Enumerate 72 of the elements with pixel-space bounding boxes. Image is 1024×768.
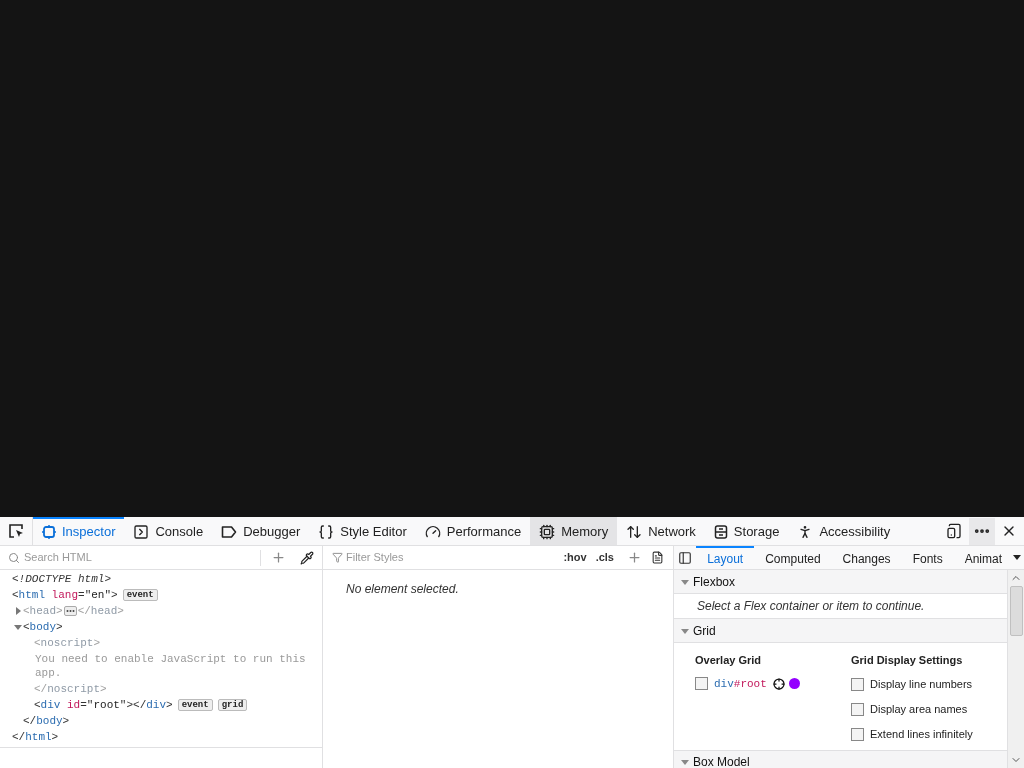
section-title[interactable]: Box Model: [693, 753, 750, 768]
toolbox-tab[interactable]: Console: [124, 517, 213, 545]
print-preview-icon[interactable]: [651, 551, 664, 564]
gauge-icon: [424, 524, 441, 540]
toolbox-tab[interactable]: Network: [617, 517, 705, 545]
collapsed-arrow-icon[interactable]: [14, 607, 22, 615]
expanded-arrow-icon[interactable]: [14, 623, 22, 631]
checkbox[interactable]: [851, 727, 864, 741]
scrollbar-thumb[interactable]: [1009, 586, 1023, 636]
sidebar-tab[interactable]: Changes: [831, 546, 902, 569]
closing-tag: </head>: [77, 602, 124, 620]
arrows-icon: [626, 524, 643, 540]
filter-field[interactable]: Filter Styles: [346, 549, 559, 566]
console-icon: [133, 524, 150, 540]
inspector-icon: [42, 525, 56, 539]
braces-icon: [318, 524, 335, 540]
setting-label[interactable]: Display area names: [870, 700, 968, 718]
expanded-arrow-icon[interactable]: [681, 758, 689, 766]
text-content: You need to enable JavaScript to run this app.: [35, 653, 306, 679]
filter-icon: [332, 552, 343, 563]
ellipsis-icon[interactable]: [63, 606, 77, 616]
overlay-grid-heading: Overlay Grid: [695, 653, 763, 668]
markup-tag[interactable]: <html lang="en">: [12, 586, 118, 604]
chip-icon: [539, 524, 556, 540]
sidebar-tab[interactable]: Animat: [953, 546, 1013, 569]
checkbox[interactable]: [695, 677, 708, 691]
toolbox-tab[interactable]: Storage: [704, 517, 789, 545]
add-node-icon[interactable]: [271, 550, 286, 565]
debugger-icon: [221, 525, 238, 539]
element-picker-icon[interactable]: [8, 523, 24, 539]
checkbox[interactable]: [851, 677, 864, 691]
closing-tag: </html>: [12, 728, 59, 746]
section-title[interactable]: Grid: [693, 621, 716, 640]
class-toggle[interactable]: .cls: [591, 549, 618, 566]
toolbox-tab[interactable]: Style Editor: [309, 517, 416, 545]
storage-icon: [713, 525, 728, 539]
search-field[interactable]: Search HTML: [24, 549, 256, 566]
toolbox-tab[interactable]: Accessibility: [788, 517, 900, 545]
toolbox-tab[interactable]: Memory: [530, 517, 618, 545]
toolbox-tab[interactable]: Performance: [415, 517, 531, 545]
sidebar-tab[interactable]: Computed: [754, 546, 832, 569]
sidebar-tab[interactable]: Fonts: [901, 546, 954, 569]
grid-settings-heading: Grid Display Settings: [851, 653, 964, 668]
toolbox-tab[interactable]: Inspector: [33, 517, 125, 545]
grid-element-label[interactable]: div#root: [714, 675, 767, 692]
add-rule-icon[interactable]: [627, 550, 642, 565]
closing-tag: </body>: [23, 712, 70, 730]
markup-badge[interactable]: event: [122, 589, 158, 601]
markup-badge[interactable]: grid: [217, 699, 248, 711]
no-selection-message: No element selected.: [346, 582, 459, 596]
hover-state-toggle[interactable]: :hov: [561, 549, 589, 566]
markup-tag[interactable]: <body>: [23, 618, 63, 636]
dropdown-caret-icon[interactable]: [1013, 554, 1021, 561]
expanded-arrow-icon[interactable]: [681, 577, 689, 586]
doctype-text: <!DOCTYPE html>: [12, 571, 112, 587]
scrollbar[interactable]: [1007, 570, 1024, 768]
flexbox-message: Select a Flex container or item to continue.: [697, 598, 925, 615]
grid-color-swatch[interactable]: [788, 678, 800, 690]
checkbox[interactable]: [851, 702, 864, 716]
responsive-design-icon[interactable]: [946, 523, 962, 539]
eyedropper-icon[interactable]: [300, 550, 314, 565]
closing-tag: </noscript>: [34, 680, 107, 698]
expanded-arrow-icon[interactable]: [681, 626, 689, 635]
markup-badge[interactable]: event: [177, 699, 213, 711]
setting-label[interactable]: Display line numbers: [870, 675, 973, 693]
search-icon: [8, 551, 20, 564]
section-title[interactable]: Flexbox: [693, 572, 736, 591]
toggle-pane-icon[interactable]: [678, 550, 693, 565]
toolbox-tab[interactable]: Debugger: [212, 517, 310, 545]
setting-label[interactable]: Extend lines infinitely: [870, 725, 973, 743]
markup-tag[interactable]: <div id="root"></div>: [34, 696, 173, 714]
crosshair-icon[interactable]: [772, 677, 785, 690]
